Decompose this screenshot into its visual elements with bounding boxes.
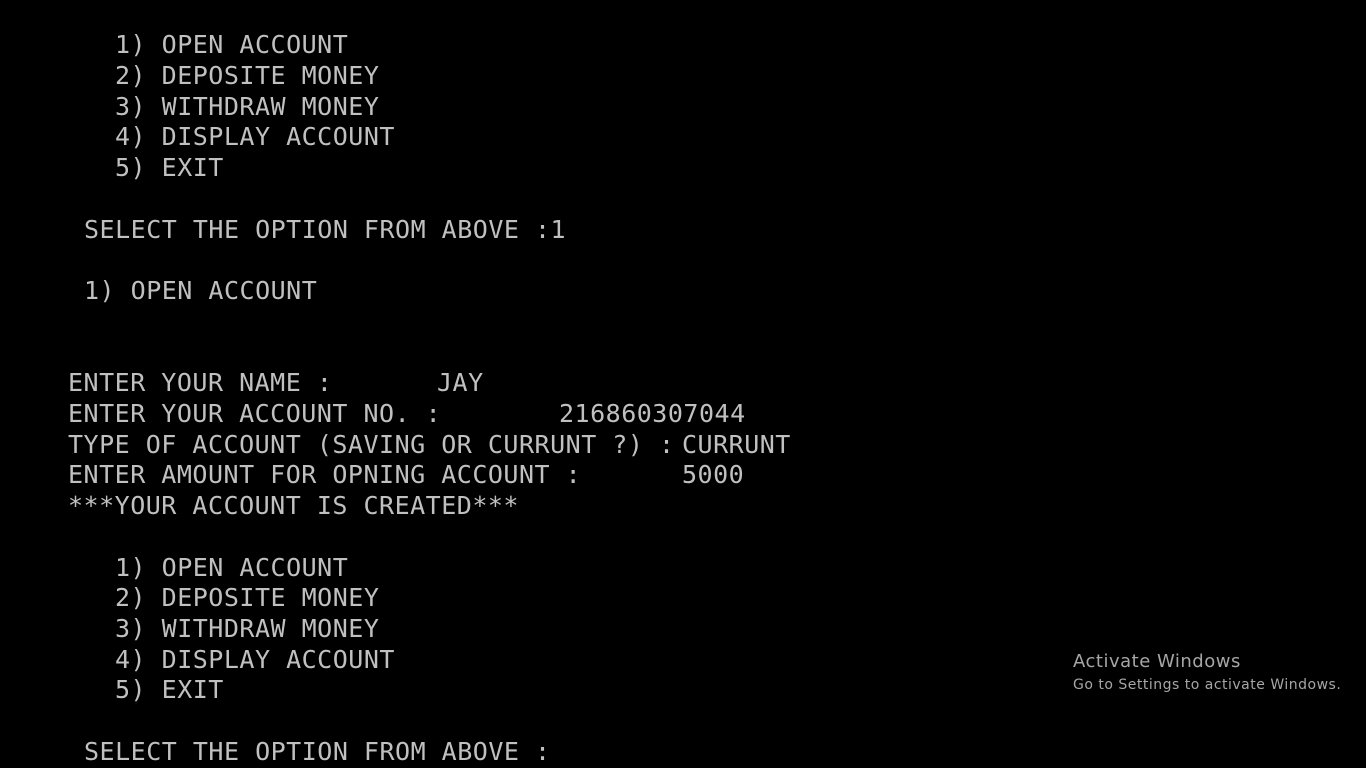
account-type-label: TYPE OF ACCOUNT (SAVING OR CURRUNT ?) : (68, 430, 675, 459)
menu-item-open-account: 1) OPEN ACCOUNT (115, 30, 349, 59)
menu-item-deposit-money: 2) DEPOSITE MONEY (115, 583, 380, 612)
amount-label: ENTER AMOUNT FOR OPNING ACCOUNT : (68, 460, 582, 489)
account-created-message: ***YOUR ACCOUNT IS CREATED*** (68, 491, 519, 520)
menu-item-exit: 5) EXIT (115, 153, 224, 182)
name-value: JAY (437, 368, 484, 397)
menu-item-exit: 5) EXIT (115, 675, 224, 704)
console-window[interactable]: 1) OPEN ACCOUNT 2) DEPOSITE MONEY 3) WIT… (0, 0, 1366, 768)
option-prompt: SELECT THE OPTION FROM ABOVE :1 (84, 215, 567, 244)
option-prompt-text: SELECT THE OPTION FROM ABOVE : (84, 737, 551, 766)
name-label: ENTER YOUR NAME : (68, 368, 333, 397)
menu-item-display-account: 4) DISPLAY ACCOUNT (115, 645, 395, 674)
menu-item-display-account: 4) DISPLAY ACCOUNT (115, 122, 395, 151)
menu-item-withdraw-money: 3) WITHDRAW MONEY (115, 614, 380, 643)
menu-item-open-account: 1) OPEN ACCOUNT (115, 553, 349, 582)
account-no-value: 216860307044 (559, 399, 746, 428)
amount-value: 5000 (682, 460, 745, 489)
watermark-subtitle: Go to Settings to activate Windows. (1073, 677, 1342, 693)
option-prompt-input[interactable]: SELECT THE OPTION FROM ABOVE : (84, 737, 551, 767)
account-type-value: CURRUNT (682, 430, 791, 459)
menu-item-withdraw-money: 3) WITHDRAW MONEY (115, 92, 380, 121)
selected-option-header: 1) OPEN ACCOUNT (84, 276, 318, 305)
watermark-title: Activate Windows (1073, 651, 1241, 672)
menu-item-deposit-money: 2) DEPOSITE MONEY (115, 61, 380, 90)
activate-windows-watermark: Activate Windows Go to Settings to activ… (1073, 650, 1341, 696)
account-no-label: ENTER YOUR ACCOUNT NO. : (68, 399, 442, 428)
